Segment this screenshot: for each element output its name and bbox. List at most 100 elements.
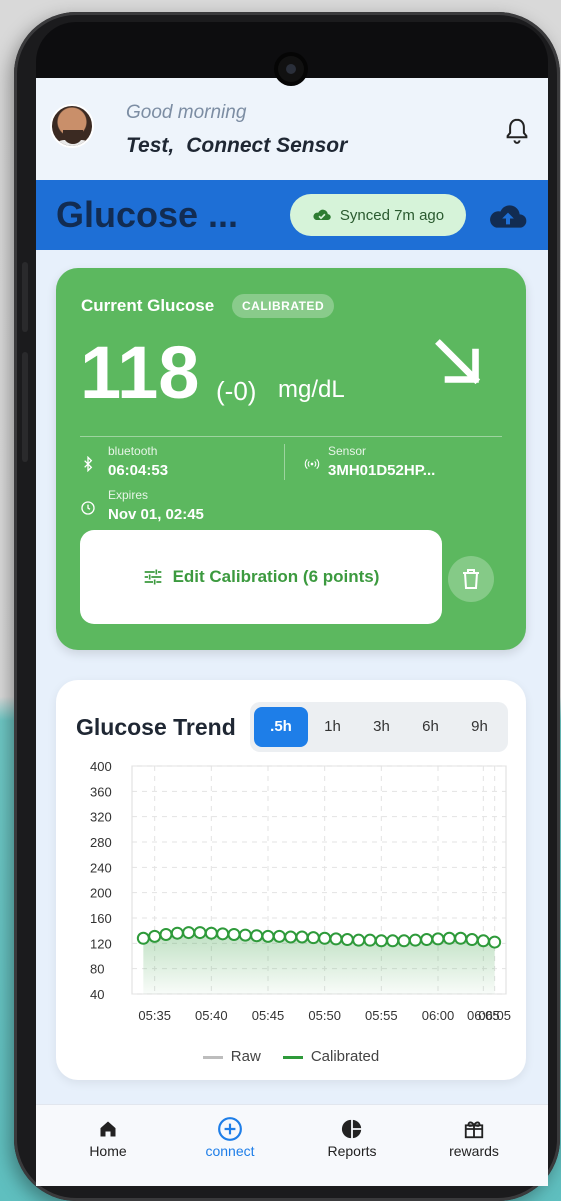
calibrated-point (284, 930, 298, 944)
x-tick-label: 05:35 (138, 1008, 171, 1023)
y-tick-label: 160 (90, 911, 112, 926)
range-option[interactable]: 1h (308, 707, 357, 747)
bell-icon[interactable] (502, 116, 532, 146)
calibrated-point (272, 929, 286, 943)
range-option[interactable]: .5h (254, 707, 308, 747)
bluetooth-icon (84, 456, 93, 472)
calibrated-point (340, 933, 354, 947)
x-tick-label: 06:00 (422, 1008, 455, 1023)
calibrated-point (204, 926, 218, 940)
volume-button (22, 262, 28, 332)
calibrated-point (182, 926, 196, 940)
calibrated-point (442, 931, 456, 945)
nav-rewards[interactable]: rewards (424, 1115, 524, 1159)
current-glucose-card: Current Glucose CALIBRATED 118 (-0) mg/d… (56, 268, 526, 650)
sensor-label: Sensor (328, 444, 367, 458)
page-title: Glucose ... (56, 194, 239, 235)
calibrated-point (374, 934, 388, 948)
expires-label: Expires (108, 488, 149, 502)
range-option[interactable]: 6h (406, 707, 455, 747)
sensor-signal-icon (304, 458, 320, 470)
x-tick-label: 05:55 (365, 1008, 398, 1023)
user-name: Test, (126, 134, 175, 157)
nav-home-label: Home (89, 1143, 127, 1159)
expires-value: Nov 01, 02:45 (108, 506, 204, 523)
trash-icon (463, 569, 479, 589)
calibrated-point (159, 927, 173, 941)
plus-circle-icon (218, 1117, 242, 1141)
legend-calibrated[interactable]: Calibrated (282, 1048, 379, 1065)
y-tick-label: 280 (90, 835, 112, 850)
calibrated-point (420, 933, 434, 947)
bluetooth-label: bluetooth (108, 444, 158, 458)
y-tick-label: 200 (90, 886, 112, 901)
avatar[interactable] (50, 104, 94, 148)
calibrated-point (408, 933, 422, 947)
x-tick-label: 06:05 (478, 1008, 511, 1023)
card-title: Current Glucose (81, 296, 215, 315)
app-screen: Good morning Test, Connect Sensor Glucose… (36, 78, 548, 1186)
home-icon (100, 1121, 116, 1137)
calibrated-point (488, 935, 502, 949)
nav-home[interactable]: Home (58, 1115, 158, 1159)
nav-reports-label: Reports (327, 1143, 377, 1159)
y-tick-label: 120 (90, 936, 112, 951)
glucose-delta: (-0) (216, 376, 257, 406)
app-header: Good morning Test, Connect Sensor (36, 78, 548, 180)
pie-chart-icon (341, 1119, 362, 1139)
glucose-trend-card: Glucose Trend .5h 1h 3h 6h 9h 400 360 320 2… (56, 680, 526, 1080)
edit-calibration-button[interactable]: Edit Calibration (6 points) (80, 530, 442, 624)
y-tick-label: 320 (90, 810, 112, 825)
nav-rewards-label: rewards (449, 1143, 499, 1159)
calibrated-point (148, 929, 162, 943)
status-bar: Glucose ... Synced 7m ago (36, 180, 548, 250)
y-tick-label: 360 (90, 784, 112, 799)
nav-connect[interactable]: connect (180, 1115, 280, 1159)
arrow-down-right-icon (435, 339, 481, 385)
greeting-text: Good morning (126, 102, 247, 123)
greeting-line: Test, Connect Sensor (126, 134, 347, 158)
calibrated-point (170, 926, 184, 940)
calibrated-point (386, 934, 400, 948)
y-tick-label: 80 (90, 962, 104, 977)
calibrated-point (193, 926, 207, 940)
calibrated-point (261, 929, 275, 943)
edit-calibration-label: Edit Calibration (6 points) (172, 567, 380, 586)
calibrated-point (465, 933, 479, 947)
x-tick-label: 05:50 (308, 1008, 341, 1023)
calibrated-point (454, 931, 468, 945)
gift-icon (464, 1121, 484, 1139)
range-option[interactable]: 3h (357, 707, 406, 747)
calibrated-point (306, 931, 320, 945)
sync-status-chip[interactable]: Synced 7m ago (290, 194, 466, 236)
calibrated-badge: CALIBRATED (232, 294, 335, 318)
power-button (22, 352, 28, 462)
cloud-upload-icon[interactable] (488, 200, 528, 232)
x-tick-label: 05:40 (195, 1008, 228, 1023)
card-vertical-divider (284, 444, 285, 480)
bluetooth-time: 06:04:53 (108, 462, 169, 479)
range-option[interactable]: 9h (455, 707, 504, 747)
calibrated-point (250, 929, 264, 943)
clock-icon (81, 501, 95, 515)
connect-sensor-link[interactable]: Connect Sensor (186, 134, 347, 157)
x-tick-label: 05:45 (252, 1008, 285, 1023)
sync-text: Synced 7m ago (339, 206, 445, 224)
y-tick-label: 240 (90, 860, 112, 875)
calibrated-point (136, 931, 150, 945)
calibrated-point (329, 932, 343, 946)
y-tick-label: 400 (90, 759, 112, 774)
calibrated-point (397, 934, 411, 948)
card-divider (80, 436, 502, 437)
glucose-unit: mg/dL (278, 376, 345, 403)
glucose-value: 118 (80, 331, 200, 414)
legend-raw[interactable]: Raw (202, 1048, 261, 1065)
time-range-selector: .5h 1h 3h 6h 9h (250, 702, 508, 752)
calibrated-point (476, 934, 490, 948)
bottom-navigation: Home connect Reports rewards (36, 1104, 548, 1186)
calibrated-point (431, 932, 445, 946)
delete-calibration-button[interactable] (448, 556, 494, 602)
nav-reports[interactable]: Reports (302, 1115, 402, 1159)
sliders-icon (144, 569, 161, 585)
trend-title: Glucose Trend (76, 714, 236, 740)
